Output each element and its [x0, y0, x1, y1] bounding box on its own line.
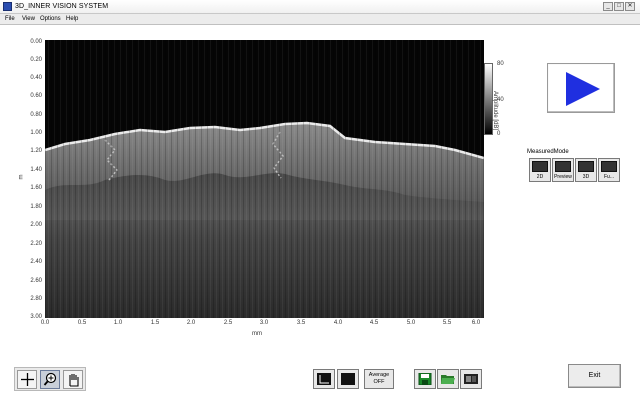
colorbar-tick: 40	[497, 97, 504, 103]
y-tick-label: 2.00	[30, 222, 42, 228]
y-tick-label: 1.80	[30, 204, 42, 210]
mode-preview-button[interactable]: Preview	[552, 158, 574, 182]
mode-label: Preview	[554, 174, 572, 180]
menu-help[interactable]: Help	[66, 16, 78, 22]
mode-full-thumbnail	[601, 161, 617, 172]
x-tick-label: 0.5	[77, 320, 87, 326]
exit-button[interactable]: Exit	[568, 364, 621, 388]
y-tick-label: 0.20	[30, 57, 42, 63]
x-tick-label: 1.0	[113, 320, 123, 326]
x-tick-label: 6.0	[471, 320, 481, 326]
play-button[interactable]	[547, 63, 615, 113]
graph-view-button[interactable]	[313, 369, 335, 389]
y-tick-label: 0.40	[30, 75, 42, 81]
mode-label: Fu...	[603, 174, 614, 180]
x-tick-label: 3.5	[296, 320, 306, 326]
y-tick-label: 2.80	[30, 296, 42, 302]
y-tick-label: 1.00	[30, 130, 42, 136]
bscan-image[interactable]	[45, 40, 484, 318]
crosshair-icon	[21, 373, 34, 386]
x-tick-label: 3.0	[259, 320, 269, 326]
mode-2d-thumbnail	[532, 161, 548, 172]
menu-view[interactable]: View	[22, 16, 35, 22]
y-tick-label: 3.00	[30, 314, 42, 320]
y-tick-label: 1.20	[30, 148, 42, 154]
mode-label: 2D	[536, 174, 544, 180]
image-export-icon	[464, 374, 478, 384]
y-tick-label: 2.40	[30, 259, 42, 265]
play-icon	[566, 72, 600, 106]
menu-options[interactable]: Options	[40, 16, 61, 22]
x-tick-label: 5.5	[442, 320, 452, 326]
menu-bar: File View Options Help	[0, 14, 640, 25]
open-folder-button[interactable]	[437, 369, 459, 389]
mode-full-button[interactable]: Fu...	[598, 158, 620, 182]
image-view-button[interactable]	[337, 369, 359, 389]
y-tick-label: 0.60	[30, 93, 42, 99]
window-title: 3D_INNER VISION SYSTEM	[15, 3, 109, 10]
zoom-tool-button[interactable]	[40, 370, 60, 389]
graph-icon	[317, 373, 331, 385]
x-tick-label: 1.5	[150, 320, 160, 326]
x-tick-label: 4.0	[333, 320, 343, 326]
black-frame-icon	[341, 373, 355, 385]
y-tick-label: 2.60	[30, 278, 42, 284]
save-button[interactable]	[414, 369, 436, 389]
x-tick-label: 0.0	[40, 320, 50, 326]
y-tick-label: 0.80	[30, 112, 42, 118]
mode-3d-button[interactable]: 3D	[575, 158, 597, 182]
x-tick-label: 2.0	[186, 320, 196, 326]
colorbar-tick: 80	[497, 61, 504, 67]
minimize-button[interactable]: _	[603, 2, 613, 11]
measured-mode-label: MeasuredMode	[527, 149, 569, 155]
colorbar-label: Amplitude [dB]	[492, 91, 498, 131]
app-icon	[3, 2, 12, 11]
x-axis-unit: mm	[252, 331, 262, 337]
average-label: Average	[368, 372, 390, 378]
export-image-button[interactable]	[460, 369, 482, 389]
zoom-icon	[43, 372, 57, 386]
title-bar: 3D_INNER VISION SYSTEM _ □ ✕	[0, 0, 640, 14]
y-tick-label: 0.00	[30, 39, 42, 45]
mode-3d-thumbnail	[578, 161, 594, 172]
colorbar-tick: 0	[497, 131, 501, 137]
bscan-graph: 0.00 0.20 0.40 0.60 0.80 1.00 1.20 1.40 …	[14, 38, 484, 347]
save-floppy-icon	[418, 373, 432, 385]
y-tick-label: 2.20	[30, 241, 42, 247]
pan-hand-icon	[69, 374, 79, 387]
mode-preview-thumbnail	[555, 161, 571, 172]
mode-label: 3D	[582, 174, 590, 180]
y-axis-unit: m	[18, 174, 25, 180]
menu-file[interactable]: File	[5, 16, 15, 22]
x-tick-label: 4.5	[369, 320, 379, 326]
maximize-button[interactable]: □	[614, 2, 624, 11]
close-button[interactable]: ✕	[625, 2, 635, 11]
y-tick-label: 1.60	[30, 185, 42, 191]
x-tick-label: 5.0	[406, 320, 416, 326]
main-panel: 0.00 0.20 0.40 0.60 0.80 1.00 1.20 1.40 …	[0, 25, 640, 400]
average-toggle-button[interactable]: Average OFF	[364, 369, 394, 389]
oct-scan-image	[45, 40, 484, 318]
average-state: OFF	[373, 379, 385, 385]
x-tick-label: 2.5	[223, 320, 233, 326]
open-folder-icon	[441, 375, 455, 384]
crosshair-tool-button[interactable]	[17, 370, 37, 389]
pan-tool-button[interactable]	[63, 370, 83, 389]
mode-2d-button[interactable]: 2D	[529, 158, 551, 182]
graph-tool-palette	[14, 367, 86, 391]
y-tick-label: 1.40	[30, 167, 42, 173]
